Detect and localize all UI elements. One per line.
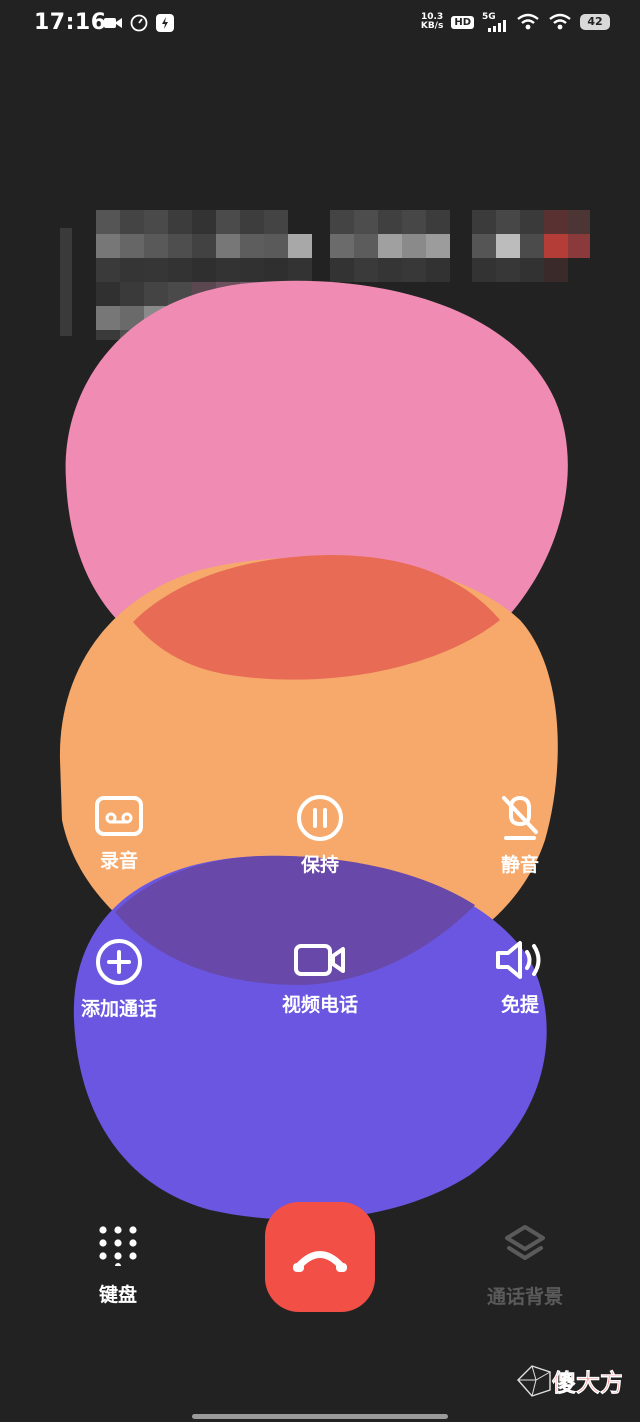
layers-icon: [505, 1225, 545, 1260]
speaker-label: 免提: [500, 994, 539, 1016]
watermark-logo: 傻大方: [517, 1365, 622, 1397]
speaker-icon: [496, 941, 541, 979]
hangup-icon: [293, 1251, 347, 1272]
mute-button[interactable]: 静音: [455, 794, 585, 877]
call-background-label: 通话背景: [486, 1286, 563, 1308]
record-button[interactable]: 录音: [54, 794, 184, 873]
add-call-button[interactable]: 添加通话: [54, 938, 184, 1021]
pause-icon: [297, 795, 343, 841]
call-background-button[interactable]: 通话背景: [470, 1224, 580, 1309]
mute-label: 静音: [500, 854, 539, 876]
hold-button[interactable]: 保持: [255, 794, 385, 877]
video-call-button[interactable]: 视频电话: [255, 938, 385, 1017]
svg-text:傻大方: 傻大方: [552, 1369, 622, 1397]
record-icon: [95, 796, 143, 836]
hold-label: 保持: [300, 854, 339, 876]
video-call-label: 视频电话: [281, 994, 358, 1016]
speaker-button[interactable]: 免提: [455, 938, 585, 1017]
record-label: 录音: [99, 850, 138, 872]
keypad-icon: [99, 1226, 137, 1269]
bottom-bar: 键盘 通话背景: [0, 1200, 640, 1370]
mute-mic-icon: [502, 795, 538, 840]
keypad-button[interactable]: 键盘: [78, 1224, 158, 1307]
keypad-label: 键盘: [98, 1284, 137, 1306]
hangup-button[interactable]: [265, 1202, 375, 1312]
add-call-label: 添加通话: [80, 998, 157, 1020]
add-call-icon: [96, 939, 142, 985]
video-camera-icon: [294, 944, 345, 976]
home-indicator[interactable]: [192, 1414, 448, 1419]
